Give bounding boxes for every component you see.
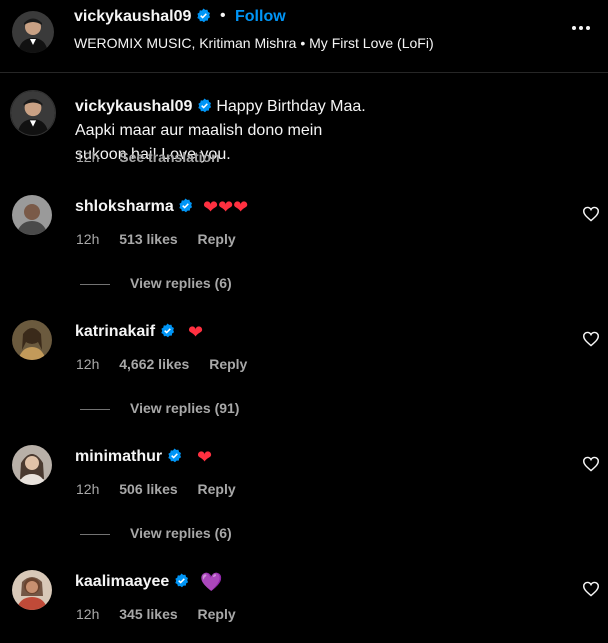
commenter-avatar[interactable]: [12, 320, 52, 360]
follow-button[interactable]: Follow: [235, 8, 286, 26]
comment-time[interactable]: 12h: [76, 231, 99, 247]
replies-divider: [80, 408, 110, 410]
comment-meta: 12h 513 likes Reply: [76, 231, 252, 247]
commenter-avatar[interactable]: [12, 570, 52, 610]
comment-time[interactable]: 12h: [76, 606, 99, 622]
comment-likes[interactable]: 506 likes: [119, 481, 177, 497]
like-heart-icon[interactable]: [582, 581, 600, 597]
comment-text: 💜: [200, 572, 223, 592]
comment-meta: 12h 4,662 likes Reply: [76, 356, 263, 372]
more-options-icon[interactable]: [570, 20, 592, 36]
comment-text: ❤: [197, 447, 213, 467]
comment-text: ❤: [188, 322, 204, 342]
like-heart-icon[interactable]: [582, 206, 600, 222]
comment-time[interactable]: 12h: [76, 481, 99, 497]
verified-icon: [175, 573, 188, 588]
author-avatar[interactable]: [12, 11, 54, 53]
verified-icon: [197, 8, 210, 23]
like-heart-icon[interactable]: [582, 456, 600, 472]
like-heart-icon[interactable]: [582, 331, 600, 347]
verified-icon: [167, 448, 181, 463]
commenter-avatar[interactable]: [12, 445, 52, 485]
caption-meta: 12h See translation: [76, 149, 236, 165]
comment-username[interactable]: katrinakaif: [75, 323, 175, 341]
comment-meta: 12h 345 likes Reply: [76, 606, 252, 622]
caption-avatar[interactable]: [10, 90, 56, 136]
caption-username[interactable]: vickykaushal09: [75, 98, 192, 115]
replies-divider: [80, 283, 110, 285]
comment-likes[interactable]: 513 likes: [119, 231, 177, 247]
comment-username[interactable]: shloksharma: [75, 198, 193, 216]
author-username[interactable]: vickykaushal09: [74, 8, 211, 26]
verified-icon: [160, 323, 174, 338]
see-translation-link[interactable]: See translation: [119, 149, 219, 165]
view-replies-button[interactable]: View replies (91): [80, 400, 239, 416]
view-replies-button[interactable]: View replies (6): [80, 275, 232, 291]
view-replies-button[interactable]: View replies (6): [80, 525, 232, 541]
verified-icon: [198, 98, 211, 113]
comment-username[interactable]: kaalimaayee: [75, 573, 189, 591]
comment-likes[interactable]: 345 likes: [119, 606, 177, 622]
audio-info[interactable]: WEROMIX MUSIC, Kritiman Mishra • My Firs…: [74, 35, 434, 51]
caption-time[interactable]: 12h: [76, 149, 99, 165]
replies-divider: [80, 533, 110, 535]
header-separator: •: [220, 7, 226, 24]
reply-button[interactable]: Reply: [198, 231, 236, 247]
reply-button[interactable]: Reply: [198, 481, 236, 497]
comment-time[interactable]: 12h: [76, 356, 99, 372]
reply-button[interactable]: Reply: [198, 606, 236, 622]
verified-icon: [179, 198, 193, 213]
post-header: vickykaushal09 • Follow WEROMIX MUSIC, K…: [0, 0, 608, 73]
comment-username[interactable]: minimathur: [75, 448, 182, 466]
comment-text: ❤❤❤: [203, 197, 249, 217]
reply-button[interactable]: Reply: [209, 356, 247, 372]
comment-meta: 12h 506 likes Reply: [76, 481, 252, 497]
commenter-avatar[interactable]: [12, 195, 52, 235]
comment-likes[interactable]: 4,662 likes: [119, 356, 189, 372]
